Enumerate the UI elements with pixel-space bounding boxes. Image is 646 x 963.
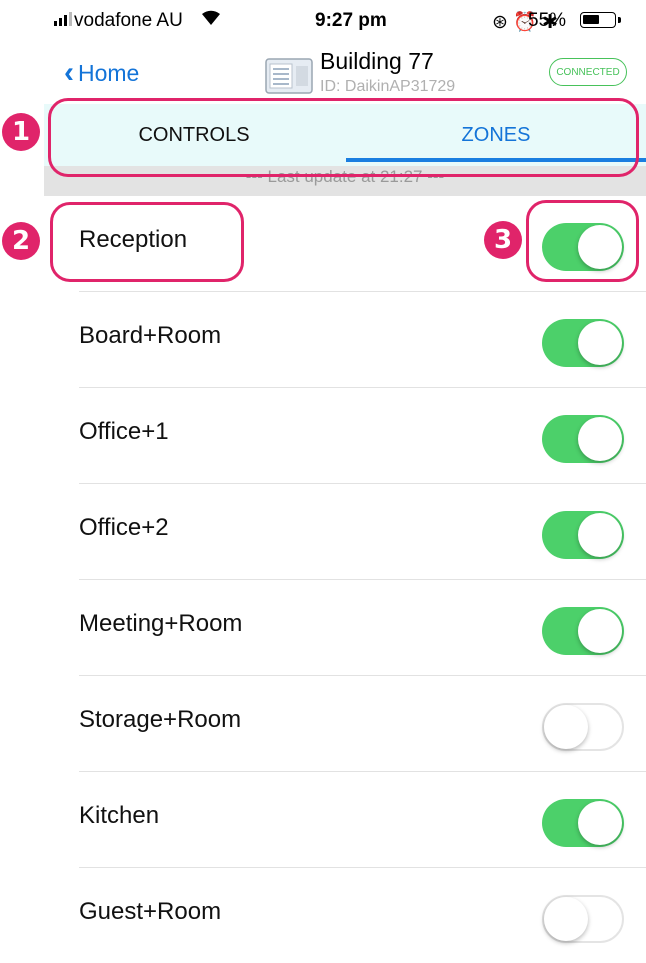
toggle-knob [578,609,622,653]
toggle-knob [578,321,622,365]
zone-row: Kitchen [44,772,646,868]
annotation-box-tabs [48,98,639,177]
zone-name: Guest+Room [79,898,222,925]
annotation-box-zone-name [50,202,244,282]
chevron-left-icon: ‹ [64,56,74,89]
zone-toggle[interactable] [542,799,624,847]
zone-toggle[interactable] [542,511,624,559]
toggle-knob [578,417,622,461]
toggle-knob [578,513,622,557]
signal-strength-icon [54,12,72,26]
zone-row: Board+Room [44,292,646,388]
zone-name: Board+Room [79,322,222,349]
nav-bar: ‹ Home Building 77 ID: DaikinAP31729 CON… [44,44,646,100]
zone-row: Office+2 [44,484,646,580]
back-button[interactable]: ‹ Home [64,58,139,88]
zone-row: Storage+Room [44,676,646,772]
device-id: ID: DaikinAP31729 [320,78,456,95]
annotation-badge-1: 1 [2,113,40,151]
zone-name: Office+2 [79,514,169,541]
connection-status-badge: CONNECTED [549,58,627,86]
orientation-lock-icon: ⊛ [492,12,508,33]
zone-toggle[interactable] [542,703,624,751]
status-bar: vodafone AU 9:27 pm ⊛ ⏰ ✱ 55% [44,0,646,44]
zone-name: Office+1 [79,418,169,445]
back-label: Home [78,59,140,86]
battery-tip [618,17,621,23]
annotation-badge-3: 3 [484,221,522,259]
clock: 9:27 pm [315,10,387,31]
toggle-knob [544,897,588,941]
zone-name: Storage+Room [79,706,242,733]
zone-name: Kitchen [79,802,160,829]
zone-name: Meeting+Room [79,610,243,637]
battery-icon [580,12,616,28]
zone-toggle[interactable] [542,319,624,367]
zone-row: Meeting+Room [44,580,646,676]
annotation-box-toggle [526,200,639,282]
carrier-name: vodafone AU [74,10,183,31]
zone-toggle[interactable] [542,607,624,655]
toggle-knob [544,705,588,749]
zone-toggle[interactable] [542,895,624,943]
zone-toggle[interactable] [542,415,624,463]
zone-row: Office+1 [44,388,646,484]
toggle-knob [578,801,622,845]
page-title: Building 77 [320,48,434,74]
annotation-badge-2: 2 [2,222,40,260]
wifi-icon [202,10,220,25]
battery-percent: 55% [528,10,567,31]
ac-unit-icon [265,58,313,94]
zone-row: Guest+Room [44,868,646,963]
